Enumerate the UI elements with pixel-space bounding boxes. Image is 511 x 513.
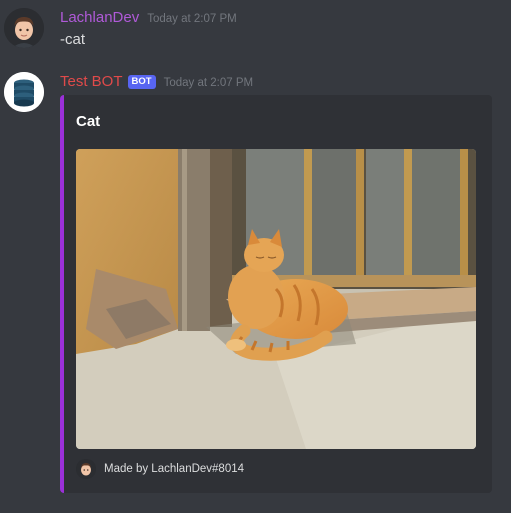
message-header: LachlanDev Today at 2:07 PM [60,9,237,26]
embed-footer-text: Made by LachlanDev#8014 [104,463,245,475]
message-lachlandev: LachlanDev Today at 2:07 PM -cat [0,0,511,62]
bot-badge: BOT [127,75,156,89]
message-timestamp: Today at 2:07 PM [147,13,237,25]
embed-footer: Made by LachlanDev#8014 [76,459,244,479]
user-avatar[interactable] [4,8,44,48]
stacked-database-icon [4,72,44,112]
embed-image[interactable] [76,149,476,449]
message-header: Test BOT BOT Today at 2:07 PM [60,73,253,91]
cat-photo-image [76,149,476,449]
author-name[interactable]: Test BOT [60,73,123,90]
message-content: -cat [60,31,86,48]
message-test-bot: Test BOT BOT Today at 2:07 PM Cat Made b… [0,62,511,513]
memoji-avatar-icon [4,8,44,48]
memoji-avatar-icon [76,459,96,479]
bot-avatar[interactable] [4,72,44,112]
message-timestamp: Today at 2:07 PM [163,77,254,89]
footer-avatar [76,459,96,479]
embed-title: Cat [76,113,101,130]
message-embed: Cat Made by LachlanDev#8014 [60,95,492,493]
author-name[interactable]: LachlanDev [60,9,139,26]
